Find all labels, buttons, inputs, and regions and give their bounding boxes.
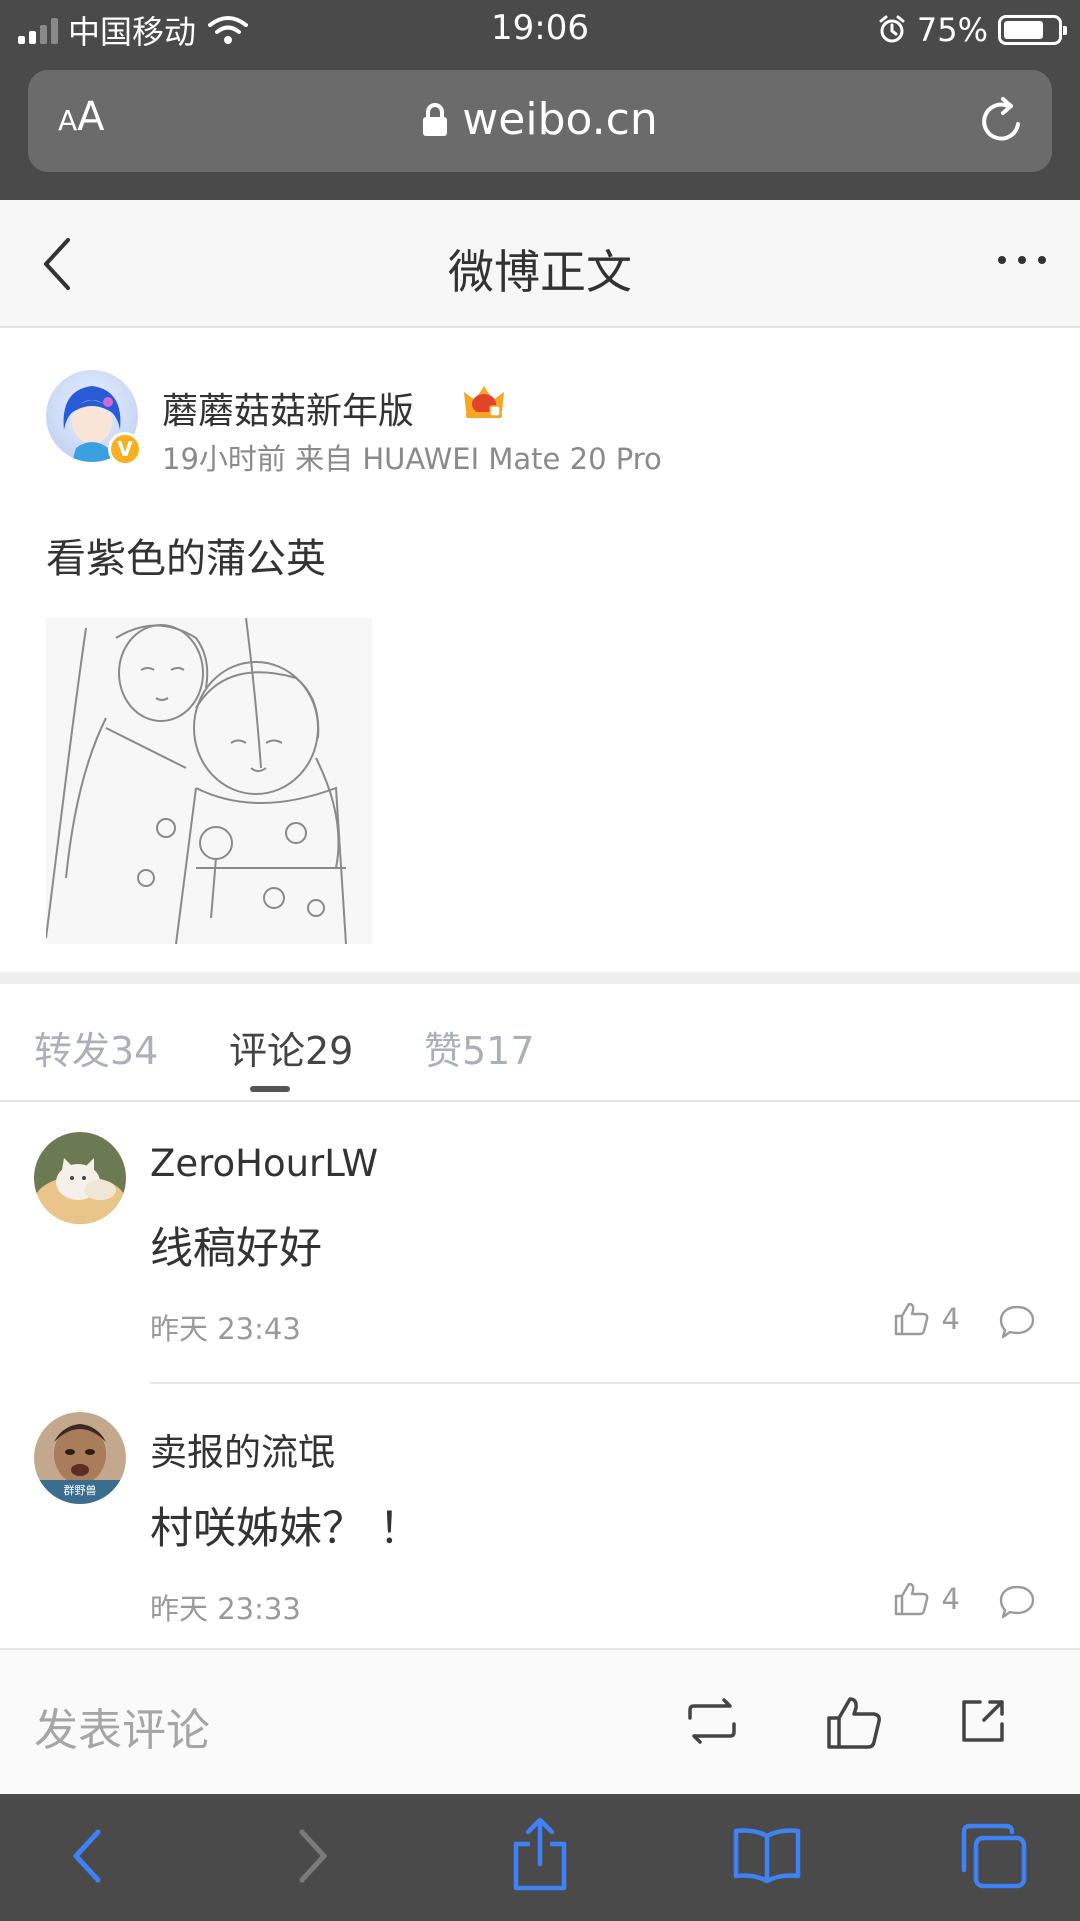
browser-toolbar xyxy=(0,1794,1080,1921)
post-text: 看紫色的蒲公英 xyxy=(46,536,326,582)
comment-time: 昨天 23:33 xyxy=(150,1592,301,1626)
commenter-name[interactable]: ZeroHourLW xyxy=(150,1142,378,1185)
verified-badge: V xyxy=(108,432,142,466)
comment-input[interactable]: 发表评论 xyxy=(34,1694,210,1758)
tab-reposts[interactable]: 转发34 xyxy=(34,1020,158,1075)
comment-text: 村咲姊妹？ ！ xyxy=(150,1504,422,1554)
sketch-illustration xyxy=(45,617,372,945)
post-card: V 蘑蘑菇菇新年版 19小时前 来自 HUAWEI Mate 20 Pro 看紫… xyxy=(0,330,1080,972)
section-divider xyxy=(0,972,1080,984)
comment-time: 昨天 23:43 xyxy=(150,1312,301,1346)
interaction-tabs: 转发34 评论29 赞517 xyxy=(0,984,1080,1102)
browser-chrome: AA weibo.cn xyxy=(0,62,1080,200)
url-text: weibo.cn xyxy=(462,94,658,145)
battery-icon xyxy=(998,15,1067,45)
tab-likes[interactable]: 赞517 xyxy=(424,1020,535,1075)
page-title: 微博正文 xyxy=(448,245,632,299)
tabs-icon[interactable] xyxy=(958,1820,1030,1892)
post-meta: 19小时前 来自 HUAWEI Mate 20 Pro xyxy=(162,442,662,476)
url-field[interactable]: weibo.cn xyxy=(28,94,1052,145)
lock-icon xyxy=(423,102,448,136)
post-image[interactable] xyxy=(45,617,372,945)
thumbs-up-icon xyxy=(894,1302,928,1336)
active-tab-indicator xyxy=(250,1086,290,1092)
share-icon[interactable] xyxy=(958,1696,1008,1746)
crown-member-icon xyxy=(464,386,504,418)
thumbs-up-icon xyxy=(894,1582,928,1616)
author-name[interactable]: 蘑蘑菇菇新年版 xyxy=(162,382,414,434)
author-avatar[interactable]: V xyxy=(46,370,142,466)
battery-percent: 75% xyxy=(916,11,988,49)
repost-icon[interactable] xyxy=(684,1696,740,1746)
battery-fill xyxy=(1004,21,1043,39)
comment-item: ZeroHourLW 线稿好好 昨天 23:43 4 xyxy=(0,1104,1080,1384)
comment-like-button[interactable]: 4 xyxy=(894,1302,960,1336)
status-bar: 中国移动 19:06 75% xyxy=(0,0,1080,62)
comment-text: 线稿好好 xyxy=(150,1224,322,1274)
post-action-bar: 发表评论 xyxy=(0,1648,1080,1794)
alarm-icon xyxy=(879,15,905,43)
status-right: 75% xyxy=(877,10,1067,50)
avatar-caption: 群野兽 xyxy=(64,1483,97,1497)
reply-bubble-icon[interactable] xyxy=(998,1584,1036,1620)
comment-item: 群野兽 卖报的流氓 村咲姊妹？ ！ 昨天 23:33 4 xyxy=(0,1384,1080,1646)
forward-arrow-icon[interactable] xyxy=(294,1824,334,1888)
comment-like-button[interactable]: 4 xyxy=(894,1582,960,1616)
more-icon[interactable] xyxy=(998,256,1046,264)
back-arrow-icon[interactable] xyxy=(66,1824,106,1888)
like-count: 4 xyxy=(941,1302,960,1336)
tab-comments[interactable]: 评论29 xyxy=(229,1020,353,1075)
like-count: 4 xyxy=(941,1582,960,1616)
page-header: 微博正文 xyxy=(0,200,1080,328)
commenter-avatar[interactable]: 群野兽 xyxy=(34,1412,126,1504)
commenter-name[interactable]: 卖报的流氓 xyxy=(150,1422,335,1476)
address-bar[interactable]: AA weibo.cn xyxy=(28,70,1052,172)
reply-bubble-icon[interactable] xyxy=(998,1304,1036,1340)
share-up-icon[interactable] xyxy=(510,1816,570,1892)
bookmarks-icon[interactable] xyxy=(732,1826,802,1884)
reload-icon[interactable] xyxy=(978,96,1026,146)
commenter-avatar[interactable] xyxy=(34,1132,126,1224)
like-icon[interactable] xyxy=(826,1696,882,1750)
